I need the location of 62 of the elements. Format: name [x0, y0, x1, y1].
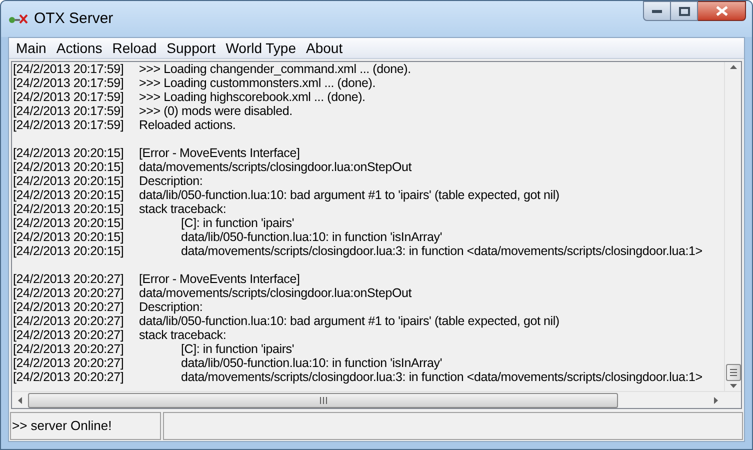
minimize-button[interactable]	[643, 1, 671, 21]
log-timestamp: [24/2/2013 20:17:59]	[13, 76, 125, 90]
log-timestamp: [24/2/2013 20:20:27]	[13, 370, 125, 384]
log-timestamp: [24/2/2013 20:20:15]	[13, 216, 125, 230]
minimize-icon	[652, 10, 662, 12]
log-timestamp: [24/2/2013 20:20:15]	[13, 188, 125, 202]
scroll-left-icon	[18, 396, 22, 404]
log-timestamp: [24/2/2013 20:20:15]	[13, 174, 125, 188]
close-icon	[716, 6, 728, 16]
log-timestamp: [24/2/2013 20:17:59]	[13, 104, 125, 118]
log-message: data/movements/scripts/closingdoor.lua:onStepOut	[139, 160, 412, 174]
log-timestamp: [24/2/2013 20:20:15]	[13, 146, 125, 160]
log-timestamp: [24/2/2013 20:20:15]	[13, 160, 125, 174]
log-message: [Error - MoveEvents Interface]	[139, 146, 300, 160]
scroll-down-icon	[730, 384, 736, 388]
menu-item[interactable]: Actions	[51, 38, 108, 58]
log-message: [C]: in function 'ipairs'	[181, 342, 294, 356]
log-message: [Error - MoveEvents Interface]	[139, 272, 300, 286]
log-message: data/movements/scripts/closingdoor.lua:3: in function <data/movements/scripts/closingdoor.lua:1>	[181, 244, 702, 258]
log-timestamp: [24/2/2013 20:20:15]	[13, 244, 125, 258]
log-timestamp: [24/2/2013 20:20:27]	[13, 300, 125, 314]
log-message: stack traceback:	[139, 202, 226, 216]
log-message: data/movements/scripts/closingdoor.lua:onStepOut	[139, 286, 412, 300]
log-message: >>> Loading highscorebook.xml ... (done).	[139, 90, 366, 104]
status-message: >> server Online!	[12, 417, 112, 436]
log-message: >>> Loading changender_command.xml ... (done).	[139, 62, 411, 76]
window-title: OTX Server	[34, 8, 114, 29]
log-message: stack traceback:	[139, 328, 226, 342]
log-timestamp: [24/2/2013 20:20:27]	[13, 272, 125, 286]
close-button[interactable]	[698, 1, 746, 21]
maximize-icon	[678, 6, 690, 16]
log-timestamp: [24/2/2013 20:20:15]	[13, 230, 125, 244]
log-message: data/movements/scripts/closingdoor.lua:3: in function <data/movements/scripts/closingdoor.lua:1>	[181, 370, 702, 384]
menu-item[interactable]: World Type	[220, 38, 301, 58]
log-message: Reloaded actions.	[139, 118, 236, 132]
log-timestamp: [24/2/2013 20:20:27]	[13, 356, 125, 370]
log-timestamp: [24/2/2013 20:17:59]	[13, 90, 125, 104]
scroll-up-icon	[730, 65, 736, 69]
log-timestamp: [24/2/2013 20:20:27]	[13, 328, 125, 342]
log-timestamp: [24/2/2013 20:17:59]	[13, 62, 125, 76]
menu-item[interactable]: About	[301, 38, 348, 58]
log-message: Description:	[139, 174, 203, 188]
log-timestamp: [24/2/2013 20:20:15]	[13, 202, 125, 216]
maximize-button[interactable]	[671, 1, 698, 21]
app-logo-icon	[8, 13, 28, 25]
menu-item[interactable]: Support	[162, 38, 221, 58]
log-timestamp: [24/2/2013 20:17:59]	[13, 118, 125, 132]
vertical-scrollbar[interactable]	[724, 62, 741, 391]
log-message: data/lib/050-function.lua:10: in function 'isInArray'	[181, 356, 442, 370]
log-message: data/lib/050-function.lua:10: bad argument #1 to 'ipairs' (table expected, got nil)	[139, 314, 560, 328]
menu-item[interactable]: Reload	[107, 38, 162, 58]
log-timestamp: [24/2/2013 20:20:27]	[13, 286, 125, 300]
log-message: >>> (0) mods were disabled.	[139, 104, 292, 118]
log-message: >>> Loading custommonsters.xml ... (done).	[139, 76, 376, 90]
log-message: [C]: in function 'ipairs'	[181, 216, 294, 230]
scroll-right-icon	[714, 396, 718, 404]
log-timestamp: [24/2/2013 20:20:27]	[13, 314, 125, 328]
log-message: data/lib/050-function.lua:10: in function 'isInArray'	[181, 230, 442, 244]
log-message: data/lib/050-function.lua:10: bad argument #1 to 'ipairs' (table expected, got nil)	[139, 188, 560, 202]
log-message: Description:	[139, 300, 203, 314]
log-timestamp: [24/2/2013 20:20:27]	[13, 342, 125, 356]
menu-item[interactable]: Main	[11, 38, 52, 58]
